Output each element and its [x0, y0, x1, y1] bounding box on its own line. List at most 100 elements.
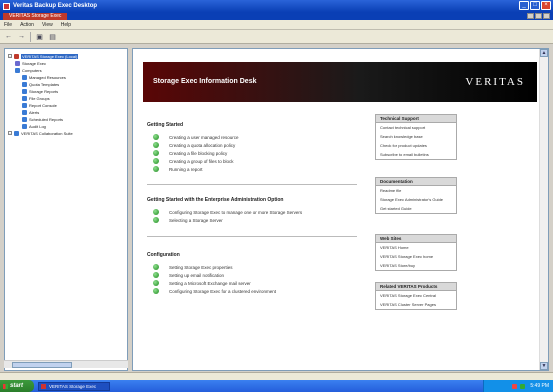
side-panel-link[interactable]: VERITAS Storage Exec home — [376, 252, 456, 261]
veritas-logo: VERITAS — [465, 76, 525, 88]
tree-node-icon — [14, 53, 19, 59]
tray-clock: 5:49 PM — [530, 383, 549, 389]
task-link[interactable]: Setting Storage Exec properties — [153, 264, 233, 270]
toolbar: ← → ▣ ▤ — [0, 30, 553, 44]
menu-view[interactable]: View — [42, 22, 53, 28]
task-link[interactable]: Creating a group of files to block — [153, 158, 234, 164]
expand-toggle-icon[interactable]: - — [8, 131, 12, 135]
side-panel-link[interactable]: VERITAS Home — [376, 243, 456, 252]
side-panel-link[interactable]: Search knowledge base — [376, 132, 456, 141]
task-link[interactable]: Creating a file blocking policy — [153, 150, 227, 156]
main-vertical-scrollbar[interactable]: ▲ ▼ — [539, 49, 548, 370]
task-link[interactable]: Setting up email notification — [153, 272, 224, 278]
side-panel-link[interactable]: VERITAS Cluster Server Pages — [376, 300, 456, 309]
tree-item[interactable]: Audit Log — [22, 123, 46, 129]
task-link[interactable]: Running a report — [153, 166, 203, 172]
task-go-icon — [153, 209, 159, 215]
tree-node-icon — [22, 88, 27, 94]
information-desk-pane: Storage Exec Information Desk VERITAS Ge… — [132, 48, 549, 371]
tree-item-label: Managed Resources — [29, 74, 66, 80]
task-link[interactable]: Creating a quota allocation policy — [153, 142, 235, 148]
task-link[interactable]: Creating a user managed resource — [153, 134, 239, 140]
tree-item[interactable]: - VERITAS Storage Exec (Local) — [8, 53, 79, 59]
menu-help[interactable]: Help — [61, 22, 71, 28]
tree-node-icon — [15, 60, 20, 66]
side-panel-link[interactable]: Readme file — [376, 186, 456, 195]
side-panel-link[interactable]: Check for product updates — [376, 141, 456, 150]
tree-item-label: VERITAS Collaboration Suite — [21, 130, 73, 136]
tree-item[interactable]: Scheduled Reports — [22, 116, 63, 122]
task-link[interactable]: Setting a Microsoft Exchange mail server — [153, 280, 251, 286]
tree-item[interactable]: - VERITAS Collaboration Suite — [8, 130, 73, 136]
side-panel: Web Sites VERITAS Home VERITAS Storage Exe… — [375, 234, 457, 271]
up-folder-icon[interactable]: ▣ — [35, 32, 44, 41]
show-tree-icon[interactable]: ▤ — [48, 32, 57, 41]
doc-restore-button[interactable] — [535, 13, 542, 19]
section-configuration-title: Configuration — [147, 252, 180, 258]
tree-item[interactable]: Computers — [15, 67, 42, 73]
tree-node-icon — [22, 102, 27, 108]
side-panel-title: Web Sites — [376, 235, 456, 243]
doc-minimize-button[interactable] — [527, 13, 534, 19]
tree-horizontal-scrollbar[interactable] — [4, 360, 128, 368]
back-arrow-icon[interactable]: ← — [4, 32, 13, 41]
maximize-button[interactable]: □ — [530, 1, 540, 10]
side-panel-link[interactable]: Subscribe to email bulletins — [376, 150, 456, 159]
tree-item[interactable]: Alerts — [22, 109, 39, 115]
tray-alert-icon[interactable] — [512, 383, 518, 389]
tree-item-label: Quota Templates — [29, 81, 60, 87]
menu-action[interactable]: Action — [20, 22, 34, 28]
document-tab[interactable]: VERITAS Storage Exec — [3, 13, 68, 20]
side-panel-link[interactable]: Contact technical support — [376, 123, 456, 132]
tree-item-label: Computers — [22, 67, 42, 73]
scroll-up-arrow-icon[interactable]: ▲ — [540, 49, 548, 57]
taskbar-app-button[interactable]: VERITAS Storage Exec — [38, 381, 110, 391]
tree-item[interactable]: Storage Reports — [22, 88, 58, 94]
task-link-label: Setting a Microsoft Exchange mail server — [169, 280, 251, 286]
task-link-label: Selecting a Storage Server — [169, 217, 223, 223]
tree-item-label: File Groups — [29, 95, 50, 101]
side-panel-link[interactable]: Storage Exec Administrator's Guide — [376, 195, 456, 204]
side-panel-link[interactable]: VERITAS Store/buy — [376, 261, 456, 270]
tree-item[interactable]: Report Console — [22, 102, 57, 108]
tree-item[interactable]: Quota Templates — [22, 81, 59, 87]
start-button[interactable]: start — [0, 380, 34, 392]
doc-close-button[interactable] — [543, 13, 550, 19]
side-panel: Technical Support Contact technical suppo… — [375, 114, 457, 160]
title-bar: Veritas Backup Exec Desktop _ □ × — [0, 0, 553, 12]
tray-network-icon[interactable] — [520, 383, 526, 389]
task-go-icon — [153, 142, 159, 148]
scroll-down-arrow-icon[interactable]: ▼ — [540, 362, 548, 370]
info-desk-banner: Storage Exec Information Desk VERITAS — [143, 62, 537, 102]
scroll-thumb[interactable] — [12, 362, 72, 368]
tree-node-icon — [22, 95, 27, 101]
information-desk-content: Storage Exec Information Desk VERITAS Ge… — [135, 54, 537, 364]
task-link-label: Creating a user managed resource — [169, 134, 239, 140]
tree-item[interactable]: Storage Exec — [15, 60, 46, 66]
tree-item-label: Scheduled Reports — [29, 116, 64, 122]
minimize-button[interactable]: _ — [519, 1, 529, 10]
task-link[interactable]: Configuring Storage Exec to manage one o… — [153, 209, 302, 215]
forward-arrow-icon[interactable]: → — [17, 32, 26, 41]
side-panel-link[interactable]: VERITAS Storage Exec Central — [376, 291, 456, 300]
close-button[interactable]: × — [541, 1, 551, 10]
task-link-label: Creating a group of files to block — [169, 158, 234, 164]
task-link[interactable]: Configuring Storage Exec for a clustered… — [153, 288, 276, 294]
document-tab-strip: VERITAS Storage Exec — [0, 12, 553, 20]
system-tray: 5:49 PM — [483, 380, 553, 392]
expand-toggle-icon[interactable]: - — [8, 54, 12, 58]
side-panel-link[interactable]: Get started Guide — [376, 204, 456, 213]
status-bar — [0, 372, 553, 380]
tree-node-icon — [22, 74, 27, 80]
task-go-icon — [153, 288, 159, 294]
desktop-screen: Veritas Backup Exec Desktop _ □ × VERITA… — [0, 0, 553, 392]
menu-file[interactable]: File — [4, 22, 12, 28]
task-link[interactable]: Selecting a Storage Server — [153, 217, 223, 223]
task-link-label: Creating a quota allocation policy — [169, 142, 236, 148]
tree-item-label: Audit Log — [29, 123, 46, 129]
tree-node-icon — [14, 130, 19, 136]
tree-item[interactable]: Managed Resources — [22, 74, 66, 80]
tree-item[interactable]: File Groups — [22, 95, 50, 101]
windows-taskbar: start VERITAS Storage Exec 5:49 PM — [0, 380, 553, 392]
document-window-controls — [527, 13, 550, 19]
